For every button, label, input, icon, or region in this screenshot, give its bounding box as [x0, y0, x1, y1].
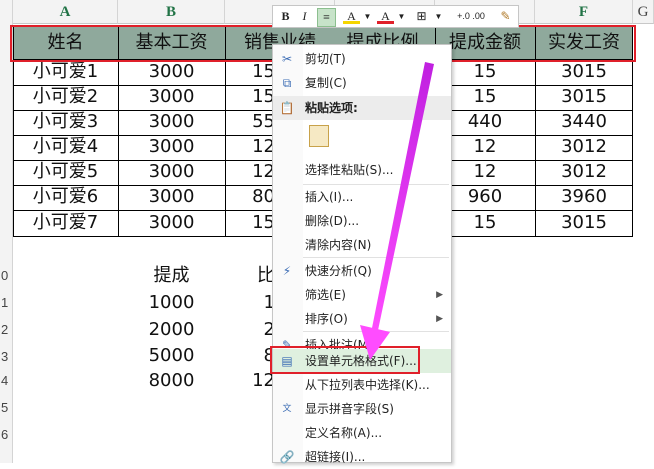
annotation-arrow: [360, 62, 434, 360]
